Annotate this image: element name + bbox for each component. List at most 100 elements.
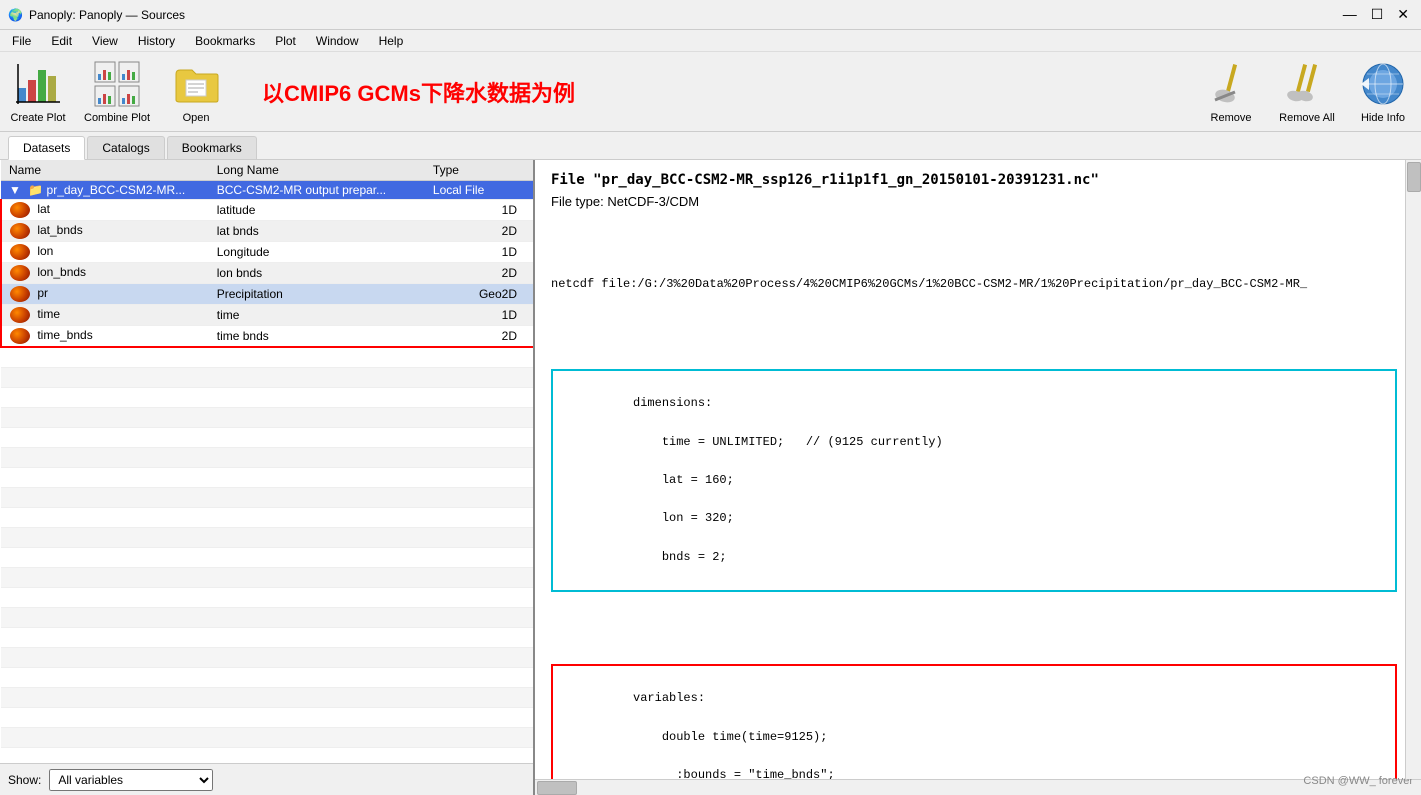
create-plot-icon: [14, 60, 62, 108]
h-scroll-thumb[interactable]: [537, 781, 577, 795]
dims-lon: lon = 320;: [633, 511, 734, 525]
table-row-lon-bnds[interactable]: lon_bnds lon bnds 2D: [1, 263, 533, 284]
hide-info-label: Hide Info: [1361, 112, 1405, 124]
menu-bookmarks[interactable]: Bookmarks: [187, 32, 263, 50]
open-label: Open: [183, 112, 210, 124]
table-row-file[interactable]: ▼ 📁 pr_day_BCC-CSM2-MR... BCC-CSM2-MR ou…: [1, 181, 533, 200]
remove-label: Remove: [1211, 112, 1252, 124]
maximize-button[interactable]: ☐: [1367, 6, 1388, 23]
window-controls: — ☐ ✕: [1339, 6, 1413, 23]
horizontal-scrollbar[interactable]: [535, 779, 1421, 795]
open-button[interactable]: Open: [166, 60, 226, 124]
menu-file[interactable]: File: [4, 32, 39, 50]
table-row-lat-bnds[interactable]: lat_bnds lat bnds 2D: [1, 221, 533, 242]
var-type-lon: 1D: [425, 242, 533, 263]
right-panel: File "pr_day_BCC-CSM2-MR_ssp126_r1i1p1f1…: [535, 160, 1421, 795]
file-folder-icon: 📁: [28, 183, 43, 197]
toolbar: Create Plot: [0, 52, 1421, 132]
table-row-time[interactable]: time time 1D: [1, 305, 533, 326]
col-long-name: Long Name: [209, 160, 425, 181]
var-long-name-time-bnds: time bnds: [209, 326, 425, 348]
var-name-lon-bnds: lon_bnds: [1, 263, 209, 284]
toolbar-right: Remove Remove All: [1201, 60, 1413, 124]
menu-plot[interactable]: Plot: [267, 32, 304, 50]
watermark: CSDN @WW_ forever: [1303, 775, 1413, 787]
tab-catalogs[interactable]: Catalogs: [87, 136, 164, 159]
vars-keyword: variables:: [633, 691, 705, 705]
right-panel-content: File "pr_day_BCC-CSM2-MR_ssp126_r1i1p1f1…: [535, 160, 1421, 779]
var-long-name-time: time: [209, 305, 425, 326]
file-type: File type: NetCDF-3/CDM: [551, 194, 1397, 209]
show-bar: Show: All variables Coordinate variables…: [0, 763, 533, 795]
var-long-name-pr: Precipitation: [209, 284, 425, 305]
var-type-time-bnds: 2D: [425, 326, 533, 348]
dimensions-block: dimensions: time = UNLIMITED; // (9125 c…: [551, 369, 1397, 592]
col-name: Name: [1, 160, 209, 181]
scroll-thumb[interactable]: [1407, 162, 1421, 192]
table-row-lon[interactable]: lon Longitude 1D: [1, 242, 533, 263]
title-bar: 🌍 Panoply: Panoply — Sources — ☐ ✕: [0, 0, 1421, 30]
show-label: Show:: [8, 773, 41, 787]
table-row-pr[interactable]: pr Precipitation Geo2D: [1, 284, 533, 305]
hide-info-icon: [1359, 60, 1407, 108]
remove-icon: [1207, 60, 1255, 108]
remove-all-label: Remove All: [1279, 112, 1335, 124]
combine-plot-button[interactable]: Combine Plot: [84, 60, 150, 124]
show-select[interactable]: All variables Coordinate variables Non-c…: [49, 769, 213, 791]
menu-bar: File Edit View History Bookmarks Plot Wi…: [0, 30, 1421, 52]
combine-plot-icon: [93, 60, 141, 108]
main-content: Name Long Name Type ▼ 📁 pr_day_BCC-CSM2-…: [0, 160, 1421, 795]
var-type-lat: 1D: [425, 200, 533, 221]
dims-lat: lat = 160;: [633, 473, 734, 487]
variables-block: variables: double time(time=9125); :boun…: [551, 664, 1397, 779]
remove-button[interactable]: Remove: [1201, 60, 1261, 124]
tab-bookmarks[interactable]: Bookmarks: [167, 136, 257, 159]
dataset-table: Name Long Name Type ▼ 📁 pr_day_BCC-CSM2-…: [0, 160, 533, 763]
tab-bar: Datasets Catalogs Bookmarks: [0, 132, 1421, 160]
var-long-name-lat: latitude: [209, 200, 425, 221]
menu-window[interactable]: Window: [308, 32, 367, 50]
var-long-name-lat-bnds: lat bnds: [209, 221, 425, 242]
file-long-name: BCC-CSM2-MR output prepar...: [209, 181, 425, 200]
var-long-name-lon-bnds: lon bnds: [209, 263, 425, 284]
var-type-pr: Geo2D: [425, 284, 533, 305]
vars-time-decl: double time(time=9125);: [633, 730, 827, 744]
var-name-lat: lat: [1, 200, 209, 221]
create-plot-label: Create Plot: [10, 112, 65, 124]
file-title: File "pr_day_BCC-CSM2-MR_ssp126_r1i1p1f1…: [551, 172, 1397, 188]
combine-plot-label: Combine Plot: [84, 112, 150, 124]
table-row-time-bnds[interactable]: time_bnds time bnds 2D: [1, 326, 533, 348]
close-button[interactable]: ✕: [1393, 6, 1413, 23]
menu-edit[interactable]: Edit: [43, 32, 80, 50]
open-icon: [172, 60, 220, 108]
annotation-text: 以CMIP6 GCMs下降水数据为例: [262, 76, 575, 108]
menu-history[interactable]: History: [130, 32, 183, 50]
minimize-button[interactable]: —: [1339, 6, 1361, 23]
var-name-lon: lon: [1, 242, 209, 263]
var-name-pr: pr: [1, 284, 209, 305]
var-name-time: time: [1, 305, 209, 326]
menu-view[interactable]: View: [84, 32, 126, 50]
dims-bnds: bnds = 2;: [633, 550, 727, 564]
vars-time-bounds: :bounds = "time_bnds";: [633, 768, 835, 779]
menu-help[interactable]: Help: [371, 32, 412, 50]
vertical-scrollbar[interactable]: [1405, 160, 1421, 779]
dims-keyword: dimensions:: [633, 396, 712, 410]
file-name: ▼ 📁 pr_day_BCC-CSM2-MR...: [1, 181, 209, 200]
hide-info-button[interactable]: Hide Info: [1353, 60, 1413, 124]
var-name-time-bnds: time_bnds: [1, 326, 209, 348]
remove-all-icon: [1283, 60, 1331, 108]
app-icon: 🌍: [8, 8, 23, 22]
var-type-time: 1D: [425, 305, 533, 326]
file-type: Local File: [425, 181, 533, 200]
table-row-lat[interactable]: lat latitude 1D: [1, 200, 533, 221]
create-plot-button[interactable]: Create Plot: [8, 60, 68, 124]
left-panel: Name Long Name Type ▼ 📁 pr_day_BCC-CSM2-…: [0, 160, 535, 795]
col-type: Type: [425, 160, 533, 181]
var-type-lon-bnds: 2D: [425, 263, 533, 284]
dims-time: time = UNLIMITED; // (9125 currently): [633, 435, 943, 449]
tab-datasets[interactable]: Datasets: [8, 136, 85, 160]
window-title: Panoply: Panoply — Sources: [29, 8, 185, 22]
remove-all-button[interactable]: Remove All: [1277, 60, 1337, 124]
var-name-lat-bnds: lat_bnds: [1, 221, 209, 242]
